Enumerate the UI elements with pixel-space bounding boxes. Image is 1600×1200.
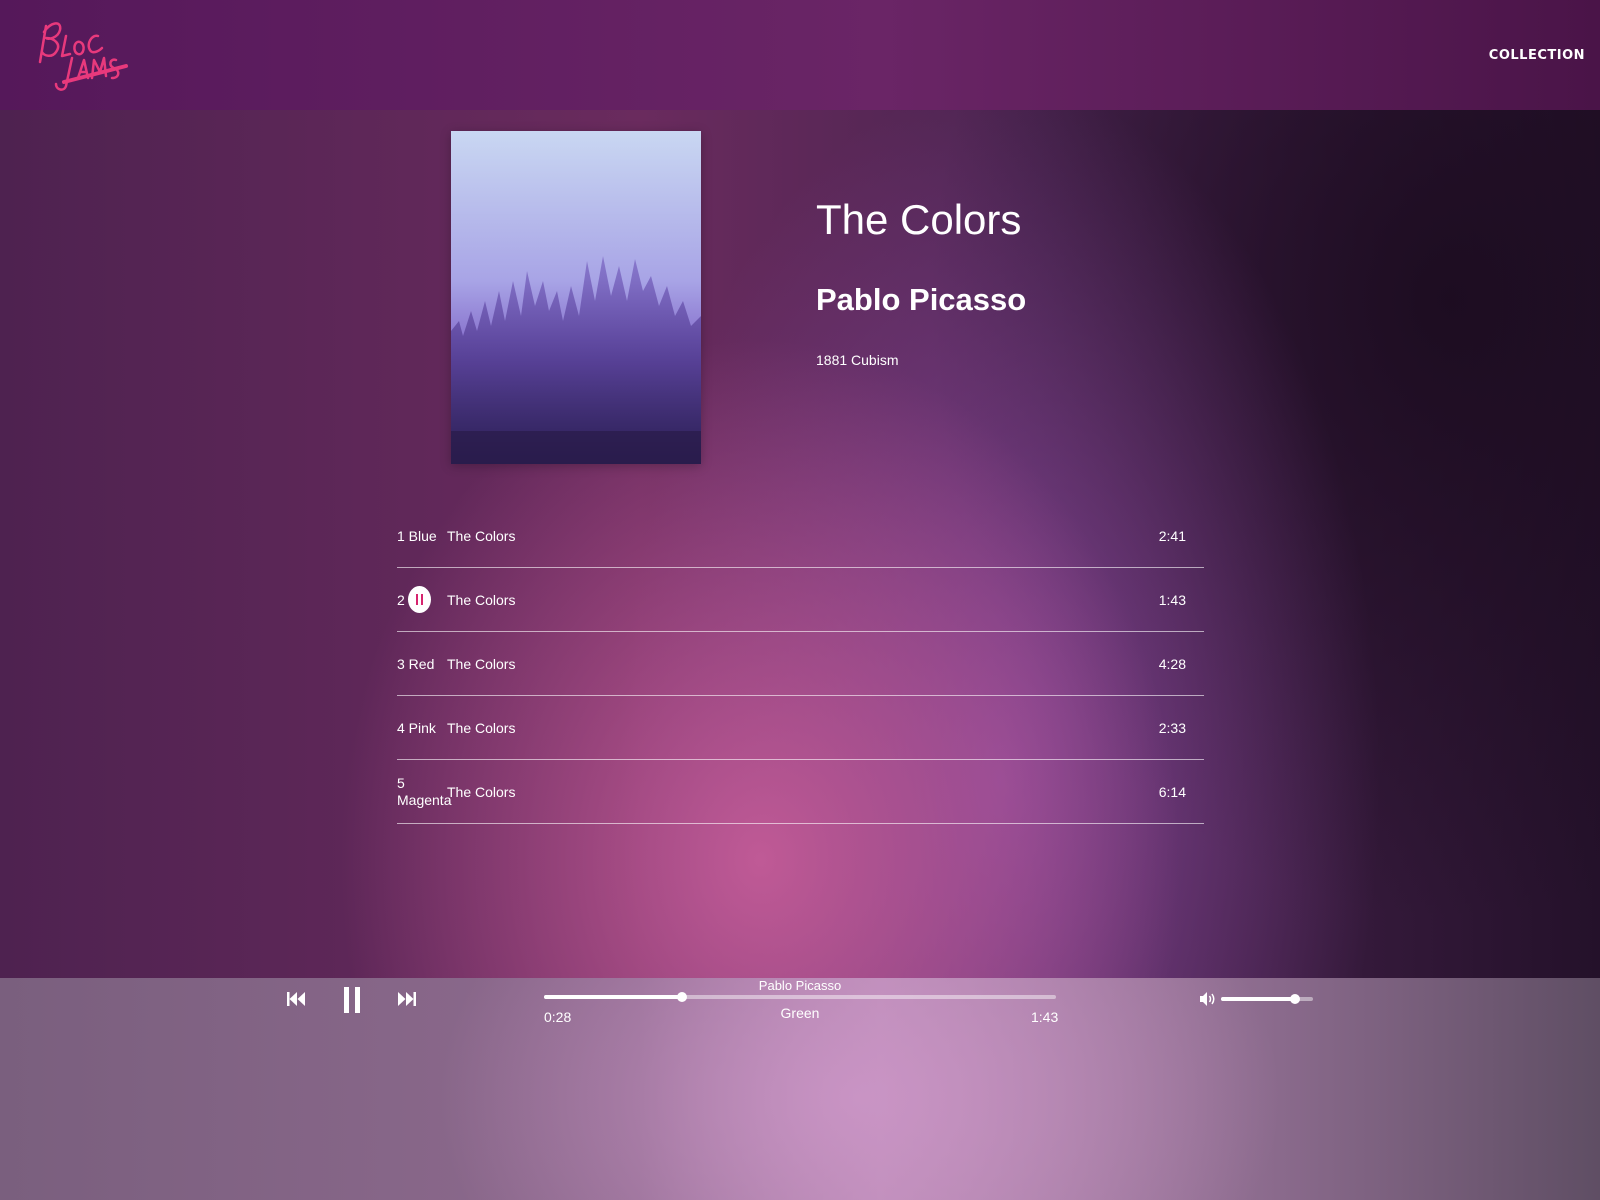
top-nav: COLLECTION xyxy=(0,0,1600,110)
now-playing-artist: Pablo Picasso xyxy=(758,978,842,993)
play-pause-button[interactable] xyxy=(343,986,361,1014)
song-row-playing[interactable]: 2 The Colors 1:43 xyxy=(397,568,1204,632)
seek-bar-fill xyxy=(544,995,683,999)
album-release-info: 1881 Cubism xyxy=(816,352,899,368)
album-cover-art xyxy=(451,131,701,464)
album-title: The Colors xyxy=(816,196,1022,243)
song-number-title: 3 Red xyxy=(397,655,435,672)
song-number-title: 1 Blue xyxy=(397,527,437,544)
seek-bar[interactable] xyxy=(544,992,1056,1002)
previous-button[interactable] xyxy=(286,990,306,1008)
song-album: The Colors xyxy=(447,719,516,736)
song-number-cell: 2 xyxy=(397,568,447,631)
previous-icon xyxy=(287,992,305,1006)
pause-icon xyxy=(415,594,418,605)
song-album: The Colors xyxy=(447,783,516,800)
song-duration: 6:14 xyxy=(1158,783,1186,800)
volume-slider-thumb[interactable] xyxy=(1289,994,1300,1004)
next-icon xyxy=(398,992,416,1006)
now-playing-title: Green xyxy=(780,1005,820,1021)
song-row[interactable]: 5 Magenta The Colors 6:14 xyxy=(397,760,1204,824)
song-number-cell: 5 Magenta xyxy=(397,760,451,823)
song-row[interactable]: 4 Pink The Colors 2:33 xyxy=(397,696,1204,760)
song-list: 1 Blue The Colors 2:41 2 The Colors 1:43… xyxy=(397,504,1204,824)
song-duration: 1:43 xyxy=(1158,591,1186,608)
volume-slider-fill xyxy=(1221,997,1295,1001)
song-title: Magenta xyxy=(397,791,452,808)
song-number: 5 xyxy=(397,774,405,791)
collection-link[interactable]: COLLECTION xyxy=(1489,48,1585,63)
bloc-jams-logo[interactable] xyxy=(36,12,132,92)
pause-icon xyxy=(344,987,360,1013)
volume-icon[interactable] xyxy=(1199,991,1217,1007)
song-album: The Colors xyxy=(447,655,516,672)
current-time: 0:28 xyxy=(544,1009,572,1025)
song-album: The Colors xyxy=(447,527,516,544)
next-button[interactable] xyxy=(397,990,417,1008)
song-album: The Colors xyxy=(447,591,516,608)
song-number-title: 4 Pink xyxy=(397,719,436,736)
song-pause-button[interactable] xyxy=(407,586,431,613)
song-duration: 2:33 xyxy=(1158,719,1186,736)
album-artist: Pablo Picasso xyxy=(816,282,1027,317)
song-number: 2 xyxy=(397,591,405,608)
player-bar: Pablo Picasso Green 0:28 1:43 xyxy=(0,978,1600,1200)
song-duration: 2:41 xyxy=(1158,527,1186,544)
total-time: 1:43 xyxy=(1031,1009,1059,1025)
volume-slider[interactable] xyxy=(1221,994,1313,1004)
seek-bar-thumb[interactable] xyxy=(677,992,688,1002)
song-duration: 4:28 xyxy=(1158,655,1186,672)
song-row[interactable]: 1 Blue The Colors 2:41 xyxy=(397,504,1204,568)
song-row[interactable]: 3 Red The Colors 4:28 xyxy=(397,632,1204,696)
